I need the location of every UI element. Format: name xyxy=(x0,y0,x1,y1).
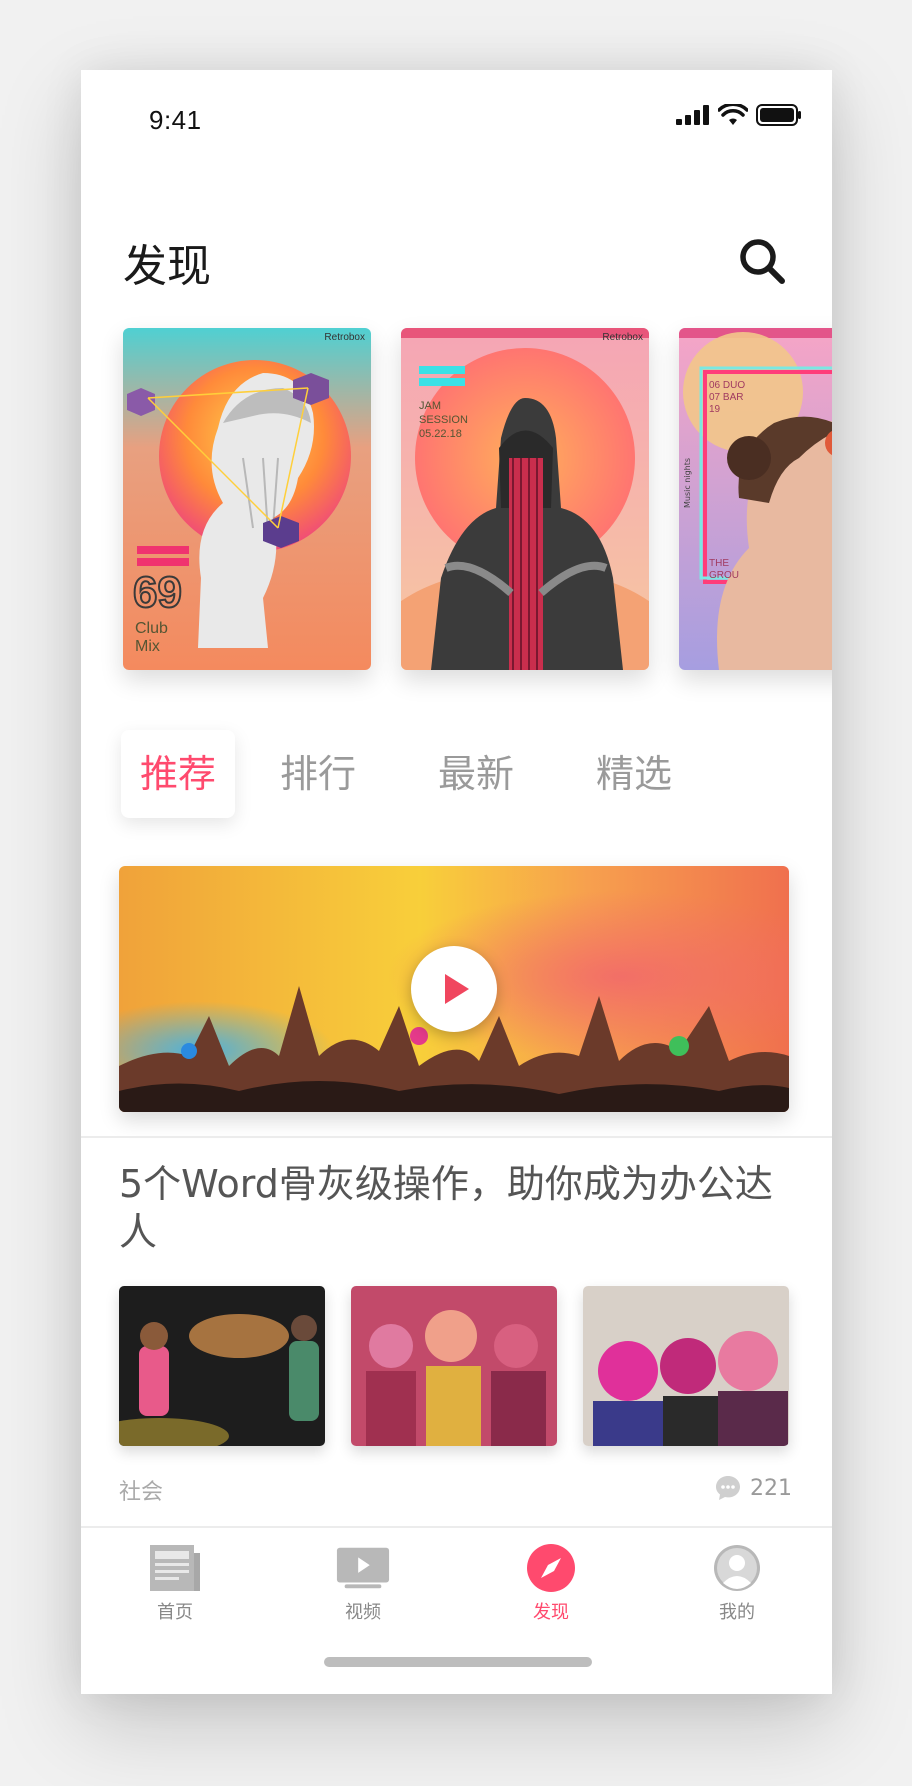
signal-icon xyxy=(676,105,709,125)
poster-image xyxy=(123,328,371,670)
poster-line: GROU xyxy=(709,570,739,581)
poster-line: 07 BAR xyxy=(709,392,744,403)
bottom-tabbar: 首页 视频 发现 我的 xyxy=(81,1528,832,1694)
page-title: 发现 xyxy=(123,241,211,292)
tabbar-label: 视频 xyxy=(345,1602,381,1623)
video-banner[interactable] xyxy=(119,866,789,1112)
play-button[interactable] xyxy=(411,946,497,1032)
poster-card[interactable]: Retrobox 69 Club Mix xyxy=(123,328,371,670)
tab-ranking[interactable]: 排行 xyxy=(261,730,375,818)
poster-image xyxy=(679,328,832,670)
article-thumbnail[interactable] xyxy=(351,1286,557,1446)
poster-line: 19 xyxy=(709,404,721,415)
news-icon xyxy=(150,1545,200,1591)
comment-icon xyxy=(716,1476,740,1500)
poster-line: 06 DUO xyxy=(709,380,746,391)
home-indicator[interactable] xyxy=(324,1657,592,1667)
tabbar-item-discover[interactable]: 发现 xyxy=(491,1542,611,1624)
search-icon xyxy=(740,239,785,284)
poster-line: 05.22.18 xyxy=(419,428,462,440)
article-thumbnail[interactable] xyxy=(119,1286,325,1446)
video-icon xyxy=(336,1547,390,1589)
category-tabs: 推荐 排行 最新 精选 xyxy=(121,730,801,820)
user-icon xyxy=(714,1545,760,1591)
poster-image xyxy=(401,328,649,670)
comment-count-value: 221 xyxy=(750,1475,792,1501)
status-time: 9:41 xyxy=(149,105,202,135)
article-thumbnail[interactable] xyxy=(583,1286,789,1446)
article-thumbnails xyxy=(119,1286,789,1446)
poster-brand: Retrobox xyxy=(602,332,643,343)
tab-recommend[interactable]: 推荐 xyxy=(121,730,235,818)
poster-brand: Retrobox xyxy=(324,332,365,343)
poster-card[interactable]: Retrobox JAM SESSION 05.22.18 xyxy=(401,328,649,670)
article-category: 社会 xyxy=(119,1480,164,1505)
divider xyxy=(81,1136,832,1138)
poster-line: Mix xyxy=(135,638,160,655)
battery-icon xyxy=(756,104,801,126)
phone-screen: 9:41 发现 Retrobox 69 Club Mix Retrobox JA… xyxy=(81,70,832,1694)
poster-line: SESSION xyxy=(419,414,468,426)
poster-line: JAM xyxy=(419,400,441,412)
poster-number: 69 xyxy=(132,567,183,618)
play-icon xyxy=(445,974,469,1004)
poster-side-text: Music nights xyxy=(683,457,692,508)
tabbar-label: 发现 xyxy=(533,1602,569,1623)
tabbar-label: 首页 xyxy=(157,1602,193,1623)
poster-carousel[interactable]: Retrobox 69 Club Mix Retrobox JAM SESSIO… xyxy=(123,328,832,670)
comment-count[interactable]: 221 xyxy=(714,1474,792,1502)
status-icons xyxy=(676,104,802,126)
tabbar-item-profile[interactable]: 我的 xyxy=(677,1542,797,1624)
tab-latest[interactable]: 最新 xyxy=(419,730,533,818)
tabbar-item-home[interactable]: 首页 xyxy=(115,1542,235,1624)
poster-line: THE xyxy=(709,558,729,569)
search-button[interactable] xyxy=(736,235,788,287)
tabbar-item-video[interactable]: 视频 xyxy=(303,1542,423,1624)
poster-line: Club xyxy=(135,620,168,637)
compass-icon xyxy=(527,1544,575,1592)
article-title[interactable]: 5个Word骨灰级操作，助你成为办公达人 xyxy=(119,1160,799,1256)
wifi-icon xyxy=(718,104,748,125)
poster-card[interactable]: 06 DUO 07 BAR 19 Music nights THE GROU xyxy=(679,328,832,670)
tab-featured[interactable]: 精选 xyxy=(577,730,691,818)
tabbar-label: 我的 xyxy=(719,1602,755,1623)
